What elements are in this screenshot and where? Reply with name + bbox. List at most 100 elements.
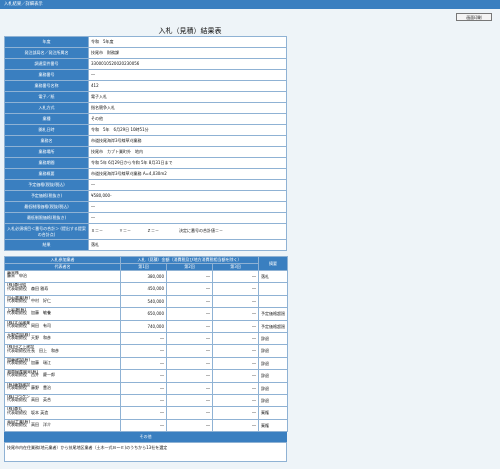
info-value: ―	[88, 212, 287, 224]
top-bar-title: 入札結果／詳細表示	[4, 2, 43, 7]
info-label: 業務期間	[4, 157, 89, 169]
bidder-representative: 代表取締役 高田 英合	[7, 397, 51, 403]
bid-remark: 辞退	[258, 344, 289, 358]
info-value: 指名競争入札	[88, 102, 287, 114]
bidder-row: (株)森丸 代表取締役 坂本 英造 ― ― ― 棄権	[4, 406, 289, 420]
bid-round-1: ―	[120, 418, 167, 433]
bidder-company-cell: (株)田之上建設 代表取締役社長 田上 和彦	[4, 344, 121, 358]
top-bar: 入札結果／詳細表示	[0, 0, 500, 9]
bid-round-1: ―	[120, 369, 167, 383]
bid-round-2: ―	[166, 344, 213, 358]
print-button[interactable]: 画面印刷	[456, 13, 492, 21]
bidder-company-cell: 白石農業(有) 代表取締役 中村 好仁	[4, 294, 121, 309]
bidder-row: 上岩瀬(有) 代表取締役 加藤 敏養 650,000 ― ― 予定価格超過	[4, 307, 289, 321]
bid-round-3: ―	[211, 294, 260, 309]
bidder-company-cell: (株)森丸 代表取締役 坂本 英造	[4, 406, 121, 420]
info-label: 開札日時	[4, 124, 89, 136]
info-row: 入札必須項目＜番号の合計＞ (提出する提案の合計点) Ｘ＝－ Ｙ＝－ Ｚ＝－ 決定…	[4, 223, 287, 240]
bidder-row: 白石農業(有) 代表取締役 中村 好仁 540,000 ― ―	[4, 294, 289, 309]
info-label: 業種	[4, 113, 89, 125]
bid-remark: 棄権	[258, 406, 289, 420]
info-value: その他	[88, 113, 287, 125]
bid-round-2: ―	[166, 356, 213, 371]
info-label: 調達案件番号	[4, 58, 89, 70]
info-value: 412	[88, 80, 287, 92]
header-round-1: 第1回	[120, 263, 167, 271]
info-row: 発注部局名／発注所属名 技尾市 財務課	[4, 47, 287, 59]
info-row: 業務名 市道技尾海岸3号線草刈業務	[4, 135, 287, 147]
bidder-representative: 代表取締役 天野 和彦	[7, 335, 51, 341]
header-remarks: 摘要	[258, 256, 289, 271]
info-row: 最低制限価格(税抜き) ―	[4, 212, 287, 224]
bidder-representative: 代表取締役 加藤 瑞江	[7, 359, 51, 365]
bid-round-2: ―	[166, 269, 213, 284]
bidder-company-cell: (株)森田組 代表取締役 森田 雅寿	[4, 282, 121, 296]
info-value: 3300010520020230056	[88, 58, 287, 70]
info-value: 市道技尾海岸3号線草刈業務	[88, 135, 287, 147]
bidder-company-cell: 上岩瀬(有) 代表取締役 加藤 敏養	[4, 307, 121, 321]
bid-round-2: ―	[166, 294, 213, 309]
info-value: 技尾市 カブト業町外 地内	[88, 146, 287, 158]
bid-round-3: ―	[211, 344, 260, 358]
header-round-2: 第2回	[166, 263, 213, 271]
bidder-row: 天野造園(株) 代表取締役 天野 和彦 ― ― ― 辞退	[4, 331, 289, 346]
info-label: 業務番号名称	[4, 80, 89, 92]
info-table: 年度 令和 5年度 発注部局名／発注所属名 技尾市 財務課 調達案件番号 33000105…	[4, 36, 287, 251]
bid-round-1: ―	[120, 344, 167, 358]
info-label: 予定価格(税抜/税込)	[4, 179, 89, 191]
bid-remark: 予定価格超過	[258, 319, 289, 333]
bidder-representative: 代表取締役 岡田 有司	[7, 322, 51, 328]
bid-remark: 辞退	[258, 393, 289, 408]
bidder-row: 藤米株 藤米 申治 380,000 ― ― 落札	[4, 269, 289, 284]
info-row: 調達案件番号 3300010520020230056	[4, 58, 287, 70]
bidder-row: (株)田之上建設 代表取締役社長 田上 和彦 ― ― ― 辞退	[4, 344, 289, 358]
bid-round-2: ―	[166, 331, 213, 346]
bid-round-3: ―	[211, 331, 260, 346]
bid-remark: 辞退	[258, 369, 289, 383]
bid-remark: 辞退	[258, 381, 289, 395]
bid-round-1: 650,000	[120, 307, 167, 321]
bid-remark: 棄権	[258, 418, 289, 433]
info-row: 最低制限価格(税抜/税込) ―	[4, 201, 287, 213]
bidder-representative: 代表取締役 中村 好仁	[7, 297, 51, 303]
bidder-company-cell: (有)藤野建設 代表取締役 藤野 豊治	[4, 381, 121, 395]
bid-round-3: ―	[211, 406, 260, 420]
other-header: その他	[4, 432, 287, 442]
bid-round-3: ―	[211, 369, 260, 383]
bid-round-2: ―	[166, 307, 213, 321]
info-value: 落札	[88, 239, 287, 251]
info-row: 業務番号名称 412	[4, 80, 287, 92]
bid-round-1: ―	[120, 356, 167, 371]
bidder-row: (有)藤野建設 代表取締役 藤野 豊治 ― ― ― 辞退	[4, 381, 289, 395]
bid-round-1: 540,000	[120, 294, 167, 309]
info-row: 結果 落札	[4, 239, 287, 251]
info-row: 業種 その他	[4, 113, 287, 125]
bidder-row: 加藤建設(有) 代表取締役 加藤 瑞江 ― ― ― 辞退	[4, 356, 289, 371]
info-label: 業務名	[4, 135, 89, 147]
bid-remark: 予定価格超過	[258, 307, 289, 321]
bid-round-3: ―	[211, 282, 260, 296]
info-value: 技尾市 財務課	[88, 47, 287, 59]
bid-round-3: ―	[211, 269, 260, 284]
bid-round-2: ―	[166, 381, 213, 395]
bidder-row: 高田工業(有) 代表取締役 高田 洋介 ― ― ― 棄権	[4, 418, 289, 433]
bid-round-1: ―	[120, 331, 167, 346]
bid-round-3: ―	[211, 356, 260, 371]
info-row: 業務期間 令和 5年 6月29日から令和 5年 8月31日まで	[4, 157, 287, 169]
bidder-representative: 藤米 申治	[7, 273, 27, 279]
info-value: 令和 5年 6月29日 10時51分	[88, 124, 287, 136]
info-row: 電子／紙 電子入札	[4, 91, 287, 103]
info-row: 年度 令和 5年度	[4, 36, 287, 48]
info-row: 開札日時 令和 5年 6月29日 10時51分	[4, 124, 287, 136]
info-label: 最低制限価格(税抜/税込)	[4, 201, 89, 213]
info-row: 予定価格(税抜き) ¥580,000-	[4, 190, 287, 202]
info-label: 入札必須項目＜番号の合計＞ (提出する提案の合計点)	[4, 223, 89, 240]
bidder-representative: 代表取締役 加藤 敏養	[7, 310, 51, 316]
info-row: 業務場所 技尾市 カブト業町外 地内	[4, 146, 287, 158]
bidder-row: (株)森田組 代表取締役 森田 雅寿 450,000 ― ―	[4, 282, 289, 296]
bidder-representative: 代表取締役 坂本 英造	[7, 409, 49, 415]
bid-remark: 辞退	[258, 331, 289, 346]
info-label: 結果	[4, 239, 89, 251]
bid-round-1: ―	[120, 406, 167, 420]
bid-remark	[258, 294, 289, 309]
